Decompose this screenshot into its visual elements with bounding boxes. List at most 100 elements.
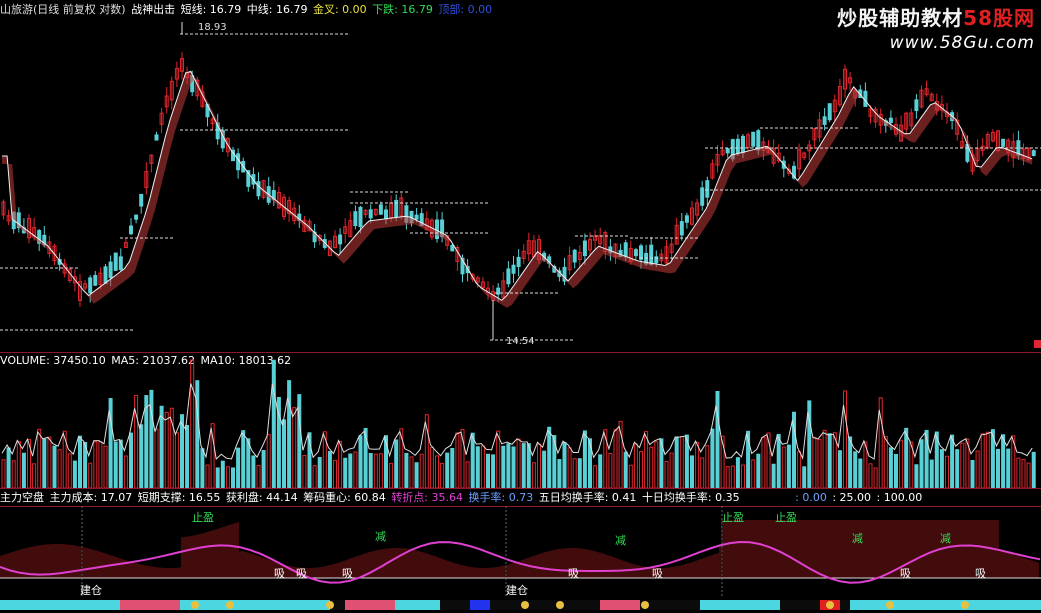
candle: [414, 214, 419, 220]
stop-profit-tag: 止盈: [192, 511, 214, 524]
volume-bar: [103, 445, 108, 488]
volume-bar: [873, 467, 878, 488]
volume-bar: [725, 466, 730, 488]
candle: [623, 242, 628, 258]
volume-bar: [598, 454, 603, 488]
volume-bar: [465, 461, 470, 488]
volume-bar: [858, 458, 863, 488]
volume-bar: [919, 439, 924, 488]
volume-bar: [613, 429, 618, 488]
volume-bar: [271, 359, 276, 488]
reduce-tag: 减: [375, 530, 386, 543]
volume-bar: [516, 438, 521, 488]
volume-bar: [695, 441, 700, 488]
absorb-tag: 吸: [975, 567, 986, 580]
volume-bar: [368, 452, 373, 488]
volume-bar: [674, 436, 679, 488]
volume-bar: [6, 447, 11, 488]
volume-bar: [394, 439, 399, 488]
candle: [450, 244, 455, 252]
volume-bar: [735, 457, 740, 488]
volume-bar: [144, 395, 149, 488]
reduce-tag: 减: [852, 532, 863, 545]
high-price-label: 18.93: [198, 22, 227, 33]
volume-bar: [710, 428, 715, 488]
candle: [256, 181, 261, 197]
candle: [1001, 138, 1006, 147]
volume-bar: [608, 452, 613, 488]
volume-bar: [327, 451, 332, 488]
candle: [725, 148, 730, 154]
volume-bar: [348, 453, 353, 488]
volume-bar: [231, 467, 235, 488]
turning-point-value: 转折点: 35.64: [391, 491, 464, 504]
volume-bar: [975, 450, 980, 488]
candle: [756, 130, 761, 151]
volume-bar: [57, 449, 62, 488]
volume-bar: [139, 424, 144, 488]
volume-bar: [664, 460, 669, 488]
volume-bar: [67, 453, 72, 488]
volume-bar: [185, 424, 190, 488]
volume-bar: [837, 450, 842, 488]
volume-bar: [827, 433, 832, 488]
signal-strip: [0, 600, 1041, 610]
volume-bar: [88, 462, 93, 488]
volume-bar: [883, 436, 888, 488]
coin-icon: [191, 601, 199, 609]
chip-center-value: 筹码重心: 60.84: [303, 491, 386, 504]
volume-bar: [282, 419, 286, 488]
volume-bar: [317, 457, 322, 488]
signal-block: [180, 600, 250, 610]
volume-bar: [1031, 451, 1036, 488]
volume-bar: [705, 445, 710, 488]
signal-block: [700, 600, 780, 610]
candle: [236, 153, 241, 171]
volume-bar: [190, 359, 195, 488]
reduce-tag: 减: [615, 534, 626, 547]
volume-bar: [939, 449, 944, 488]
volume-bar: [174, 432, 179, 488]
volume-bar: [491, 454, 496, 488]
turnover10-value: 十日均换手率: 0.35: [641, 491, 740, 504]
volume-bar: [511, 446, 516, 488]
volume-bar: [567, 447, 572, 488]
volume-bar: [353, 451, 358, 488]
low-price-label: 14.54: [506, 336, 535, 347]
volume-bar: [129, 432, 133, 488]
signal-block: [0, 600, 120, 610]
signal-block: [395, 600, 440, 610]
volume-bar: [480, 445, 485, 488]
build-position-tag: 建仓: [80, 584, 102, 597]
volume-chart[interactable]: [0, 352, 1041, 488]
absorb-tag: 吸: [274, 567, 285, 580]
volume-bar: [205, 464, 210, 488]
volume-bar: [450, 447, 455, 488]
candle: [633, 249, 638, 257]
absorb-tag: 吸: [652, 567, 663, 580]
candlestick-chart[interactable]: 18.93 14.54: [0, 0, 1041, 352]
candle: [572, 249, 577, 263]
signal-block: [480, 600, 490, 610]
candle: [93, 274, 98, 286]
volume-bar: [72, 460, 77, 488]
level-100: : 100.00: [876, 491, 923, 504]
indicator-bars: [0, 520, 1041, 579]
volume-bar: [261, 450, 266, 488]
coin-icon: [326, 601, 334, 609]
volume-bar: [1021, 458, 1026, 488]
volume-bar: [577, 458, 582, 488]
volume-bar: [440, 462, 445, 488]
volume-bar: [414, 462, 419, 488]
candle: [118, 256, 123, 270]
volume-bar: [537, 443, 541, 488]
volume-bar: [389, 462, 394, 488]
main-cost-value: 主力成本: 17.07: [49, 491, 133, 504]
volume-bar: [955, 449, 960, 488]
volume-bar: [521, 443, 526, 488]
volume-bar: [52, 445, 57, 488]
volume-bar: [633, 443, 638, 488]
volume-bar: [1001, 434, 1006, 488]
volume-bar: [47, 436, 52, 488]
coin-icon: [826, 601, 834, 609]
